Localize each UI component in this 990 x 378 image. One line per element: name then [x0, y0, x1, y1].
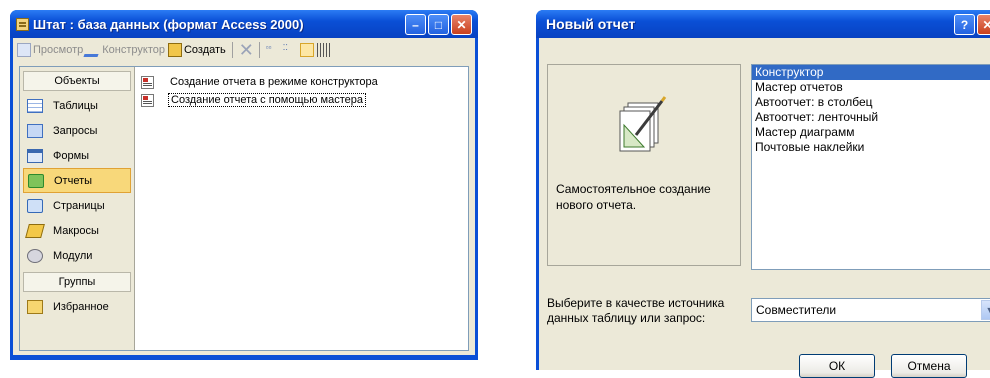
- report-type-option[interactable]: Мастер отчетов: [752, 80, 990, 95]
- details-view-button[interactable]: [316, 43, 331, 57]
- data-source-label: Выберите в качестве источника данных таб…: [547, 296, 725, 325]
- ok-button[interactable]: ОК: [799, 354, 875, 378]
- create-label: Создать: [183, 44, 226, 56]
- report-type-option[interactable]: Почтовые наклейки: [752, 140, 990, 155]
- queries-icon: [27, 123, 43, 138]
- toolbar-separator: [231, 42, 233, 58]
- object-label: Таблицы: [53, 99, 98, 112]
- dialog-title: Новый отчет: [546, 16, 636, 32]
- toolbar-separator: [258, 42, 260, 58]
- object-item-queries[interactable]: Запросы: [23, 118, 131, 143]
- details-view-icon: [316, 43, 331, 57]
- reports-icon: [28, 173, 44, 188]
- dialog-close-button[interactable]: ✕: [977, 14, 990, 35]
- object-label: Формы: [53, 149, 90, 162]
- list-item-label: Создание отчета с помощью мастера: [168, 93, 367, 107]
- small-icons-icon: ⁚⁚: [282, 43, 288, 52]
- new-report-dialog: Новый отчет ? ✕ Самостоятельное создание…: [536, 10, 990, 378]
- dialog-controls: ? ✕: [954, 14, 990, 35]
- object-item-tables[interactable]: Таблицы: [23, 93, 131, 118]
- preview-button[interactable]: Просмотр: [17, 43, 83, 57]
- objects-list: Создание отчета в режиме конструктора Со…: [135, 67, 468, 350]
- database-window-titlebar[interactable]: Штат : база данных (формат Access 2000) …: [10, 10, 478, 38]
- objects-bar: Объекты Таблицы Запросы Формы Отчеты Стр…: [20, 67, 135, 350]
- list-item[interactable]: Создание отчета в режиме конструктора: [141, 73, 462, 91]
- object-label: Макросы: [53, 224, 99, 237]
- large-icons-icon: ▫▫: [265, 43, 272, 52]
- report-type-option[interactable]: Автоотчет: в столбец: [752, 95, 990, 110]
- report-icon: [141, 93, 154, 107]
- database-pane: Объекты Таблицы Запросы Формы Отчеты Стр…: [19, 66, 469, 351]
- create-button[interactable]: Создать: [167, 43, 226, 57]
- cancel-button[interactable]: Отмена: [891, 354, 967, 378]
- new-object-icon: [167, 43, 182, 57]
- large-icons-button[interactable]: ▫▫: [266, 43, 280, 57]
- data-source-combobox[interactable]: Совместители ▼: [751, 298, 990, 322]
- report-type-option[interactable]: Конструктор: [752, 65, 990, 80]
- list-item-label: Создание отчета в режиме конструктора: [170, 76, 378, 88]
- database-window-client: Просмотр Конструктор Создать ✕ ▫▫ ⁚⁚ Объ…: [13, 38, 475, 355]
- design-button[interactable]: Конструктор: [83, 43, 165, 57]
- macros-icon: [25, 223, 45, 238]
- report-wizard-icon: [619, 96, 667, 152]
- data-source-value: Совместители: [756, 303, 837, 317]
- object-label: Отчеты: [54, 174, 93, 187]
- object-item-reports[interactable]: Отчеты: [23, 168, 131, 193]
- preview-icon: [17, 43, 31, 57]
- help-button[interactable]: ?: [954, 14, 975, 35]
- report-icon: [141, 75, 154, 89]
- object-label: Запросы: [53, 124, 98, 137]
- close-button[interactable]: ✕: [451, 14, 472, 35]
- dialog-client: Самостоятельное создание нового отчета. …: [539, 38, 990, 378]
- list-view-icon: [299, 43, 314, 57]
- delete-icon: ✕: [238, 40, 254, 60]
- favorites-icon: [27, 299, 43, 314]
- group-item-favorites[interactable]: Избранное: [23, 294, 131, 319]
- list-view-button[interactable]: [299, 43, 314, 57]
- forms-icon: [27, 148, 43, 163]
- wizard-preview: Самостоятельное создание нового отчета.: [547, 64, 741, 266]
- maximize-button[interactable]: □: [428, 14, 449, 35]
- preview-label: Просмотр: [33, 44, 84, 56]
- object-item-modules[interactable]: Модули: [23, 243, 131, 268]
- chevron-down-icon[interactable]: ▼: [981, 300, 990, 320]
- report-type-option[interactable]: Автоотчет: ленточный: [752, 110, 990, 125]
- database-window: Штат : база данных (формат Access 2000) …: [10, 10, 478, 360]
- object-item-pages[interactable]: Страницы: [23, 193, 131, 218]
- wizard-description: Самостоятельное создание нового отчета.: [556, 182, 711, 212]
- object-item-forms[interactable]: Формы: [23, 143, 131, 168]
- window-controls: – □ ✕: [405, 14, 472, 35]
- pages-icon: [27, 198, 43, 213]
- list-item[interactable]: Создание отчета с помощью мастера: [141, 91, 462, 109]
- small-icons-button[interactable]: ⁚⁚: [283, 43, 297, 57]
- database-icon: [16, 17, 29, 31]
- design-icon: [83, 43, 103, 57]
- dialog-titlebar[interactable]: Новый отчет ? ✕: [536, 10, 990, 38]
- object-item-macros[interactable]: Макросы: [23, 218, 131, 243]
- modules-icon: [27, 248, 43, 263]
- report-type-list[interactable]: Конструктор Мастер отчетов Автоотчет: в …: [751, 64, 990, 270]
- database-window-title: Штат : база данных (формат Access 2000): [33, 16, 304, 32]
- database-toolbar: Просмотр Конструктор Создать ✕ ▫▫ ⁚⁚: [13, 38, 475, 62]
- group-label: Избранное: [53, 300, 109, 313]
- minimize-button[interactable]: –: [405, 14, 426, 35]
- objects-header[interactable]: Объекты: [23, 71, 131, 91]
- delete-button[interactable]: ✕: [238, 40, 254, 60]
- object-label: Страницы: [53, 199, 105, 212]
- object-label: Модули: [53, 249, 93, 262]
- design-label: Конструктор: [102, 44, 165, 56]
- tables-icon: [27, 98, 43, 113]
- groups-header[interactable]: Группы: [23, 272, 131, 292]
- report-type-option[interactable]: Мастер диаграмм: [752, 125, 990, 140]
